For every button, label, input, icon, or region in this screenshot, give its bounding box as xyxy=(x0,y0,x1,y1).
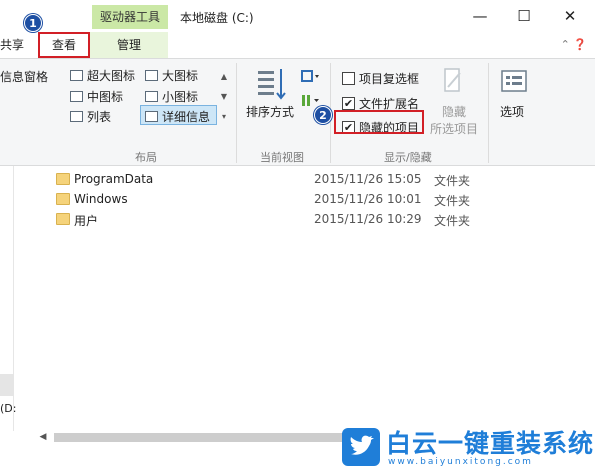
ribbon: 信息窗格 超大图标 大图标 中图标 小图标 列表 详细信息 ▲ ▼ ▾ 布局 排序方… xyxy=(0,58,595,166)
maximize-button[interactable]: ☐ xyxy=(512,6,536,26)
layout-large-icons[interactable]: 大图标 xyxy=(145,67,198,84)
item-checkboxes-toggle[interactable]: 项目复选框 xyxy=(342,70,419,87)
scrollbar-thumb[interactable] xyxy=(54,433,366,442)
watermark-title: 白云一键重装系统 xyxy=(386,429,595,458)
large-icons-icon xyxy=(145,70,158,81)
folder-icon xyxy=(56,193,70,205)
folder-icon xyxy=(56,173,70,185)
options-icon xyxy=(500,69,528,95)
details-pane-button[interactable]: 信息窗格 xyxy=(0,68,48,85)
tab-manage[interactable]: 管理 xyxy=(90,32,168,58)
file-row[interactable]: Windows 2015/11/26 10:01 文件夹 xyxy=(50,190,490,210)
ribbon-help-controls[interactable]: ⌃ ❓ xyxy=(561,38,587,51)
layout-scroll-arrows[interactable]: ▲ ▼ ▾ xyxy=(218,67,230,127)
tab-share[interactable]: 共享 xyxy=(0,36,24,53)
step-badge-1: 1 xyxy=(24,14,42,32)
group-separator xyxy=(488,63,489,163)
group-separator xyxy=(236,63,237,163)
ribbon-tab-row: 共享 查看 管理 ⌃ ❓ xyxy=(0,32,595,58)
minimize-button[interactable]: — xyxy=(468,6,492,26)
file-name: 用户 xyxy=(74,214,99,228)
hide-selected-label-2[interactable]: 所选项目 xyxy=(430,120,478,137)
navigation-drive-d[interactable]: (D: xyxy=(0,402,16,415)
scroll-left-arrow-icon[interactable]: ◀ xyxy=(36,430,50,444)
hide-selected-label-1[interactable]: 隐藏 xyxy=(442,103,466,120)
details-icon xyxy=(145,111,158,122)
watermark: 白云一键重装系统 www.baiyunxitong.com xyxy=(342,424,594,472)
file-type: 文件夹 xyxy=(434,214,471,228)
watermark-url: www.baiyunxitong.com xyxy=(388,457,533,467)
file-type: 文件夹 xyxy=(434,174,471,188)
window-title: 本地磁盘 (C:) xyxy=(180,11,254,25)
drive-tools-context-header: 驱动器工具 xyxy=(92,5,168,29)
navigation-pane-selected-item[interactable] xyxy=(0,374,14,396)
hide-selected-icon xyxy=(442,67,464,95)
layout-small-icons[interactable]: 小图标 xyxy=(145,88,198,105)
medium-icons-icon xyxy=(70,91,83,102)
list-icon xyxy=(70,111,83,122)
step-badge-2: 2 xyxy=(314,106,332,124)
item-checkboxes-checkbox[interactable] xyxy=(342,72,355,85)
show-hide-group-label: 显示/隐藏 xyxy=(384,151,432,164)
explorer-window: 驱动器工具 本地磁盘 (C:) — ☐ ✕ 共享 查看 管理 ⌃ ❓ 1 信息窗… xyxy=(0,0,595,472)
file-row[interactable]: 用户 2015/11/26 10:29 文件夹 xyxy=(50,210,490,230)
extra-large-icons-icon xyxy=(70,70,83,81)
file-type: 文件夹 xyxy=(434,194,471,208)
file-name: Windows xyxy=(74,192,128,206)
layout-medium-icons[interactable]: 中图标 xyxy=(70,88,123,105)
file-extensions-checkbox[interactable]: ✔ xyxy=(342,97,355,110)
title-bar: 驱动器工具 本地磁盘 (C:) — ☐ ✕ xyxy=(0,0,595,32)
sort-by-icon xyxy=(256,67,288,101)
small-icons-icon xyxy=(145,91,158,102)
file-date: 2015/11/26 10:01 xyxy=(314,192,422,206)
layout-list[interactable]: 列表 xyxy=(70,108,111,125)
file-date: 2015/11/26 15:05 xyxy=(314,172,422,186)
file-name: ProgramData xyxy=(74,172,154,186)
folder-icon xyxy=(56,213,70,225)
sort-by-button[interactable]: 排序方式 xyxy=(246,103,294,120)
layout-extra-large-icons[interactable]: 超大图标 xyxy=(70,67,135,84)
file-row[interactable]: ProgramData 2015/11/26 15:05 文件夹 xyxy=(50,170,490,190)
twitter-bird-logo-icon xyxy=(342,428,380,466)
file-date: 2015/11/26 10:29 xyxy=(314,212,422,226)
close-button[interactable]: ✕ xyxy=(558,6,582,26)
tab-view[interactable]: 查看 xyxy=(38,32,90,58)
current-view-group-label: 当前视图 xyxy=(260,151,304,164)
layout-group-label: 布局 xyxy=(135,151,157,164)
hidden-items-highlight-box xyxy=(334,110,424,134)
options-button[interactable]: 选项 xyxy=(500,103,524,120)
layout-details[interactable]: 详细信息 xyxy=(145,108,210,125)
group-by-icon[interactable] xyxy=(300,69,320,85)
